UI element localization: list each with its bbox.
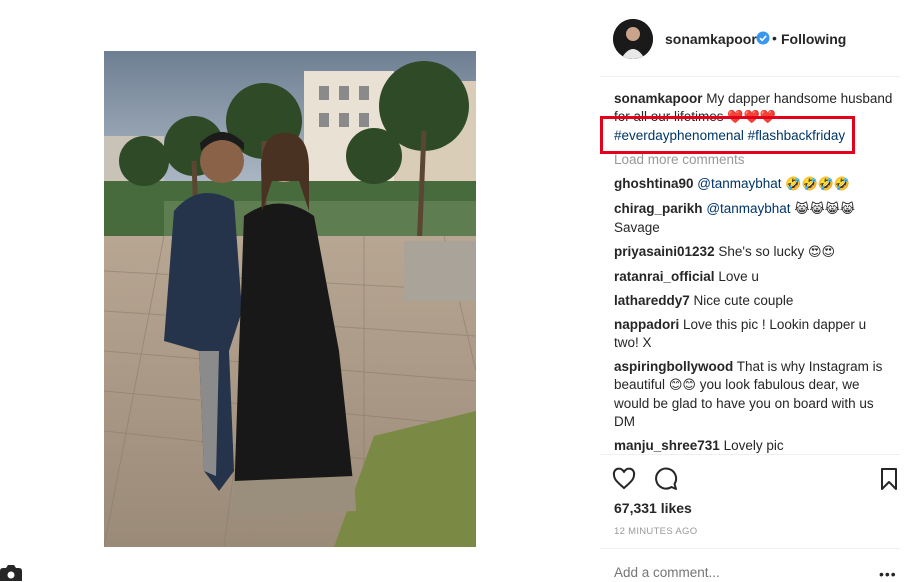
comment-username[interactable]: ratanrai_official [614, 269, 715, 284]
comment-text: She's so lucky [718, 244, 805, 259]
comment-emoji: 😍😍 [807, 245, 836, 260]
separator-dot: • [772, 30, 777, 46]
comment-username[interactable]: chirag_parikh [614, 201, 703, 216]
heart-icon[interactable] [612, 467, 636, 491]
comment-text: Nice cute couple [693, 293, 794, 308]
avatar-image [613, 19, 653, 59]
comment-username[interactable]: nappadori [614, 317, 679, 332]
list-item: ratanrai_official Love u [614, 268, 894, 286]
comment-username[interactable]: ghoshtina90 [614, 176, 694, 191]
more-options-icon[interactable]: ••• [879, 566, 897, 582]
list-item: lathareddy7 Nice cute couple [614, 292, 894, 310]
comment-mention[interactable]: @tanmaybhat [706, 201, 790, 216]
comment-username[interactable]: priyasaini01232 [614, 244, 715, 259]
list-item: nappadori Love this pic ! Lookin dapper … [614, 316, 894, 352]
comment-icon[interactable] [654, 467, 678, 491]
caption-username[interactable]: sonamkapoor [614, 91, 703, 106]
likes-count[interactable]: 67,331 likes [614, 500, 692, 516]
list-item: priyasaini01232 She's so lucky 😍😍 [614, 243, 894, 262]
post-photo[interactable] [104, 51, 476, 547]
comment-text: Savage [614, 220, 660, 235]
comment-text: Love u [718, 269, 759, 284]
bookmark-icon[interactable] [877, 467, 901, 491]
verified-badge-icon [756, 31, 770, 45]
comment-emoji: 😹😹😹😹 [794, 202, 856, 217]
post-sidebar: sonamkapoor • Following sonamkapoor My d… [600, 0, 905, 582]
list-item: manju_shree731 Lovely pic [614, 437, 894, 455]
header-username[interactable]: sonamkapoor [665, 31, 757, 47]
avatar[interactable] [613, 19, 653, 59]
comment-username[interactable]: aspiringbollywood [614, 359, 733, 374]
following-button[interactable]: Following [781, 31, 846, 47]
post-timestamp[interactable]: 12 MINUTES AGO [614, 526, 697, 537]
comment-emoji: 🤣🤣🤣🤣 [785, 177, 851, 192]
list-item: ghoshtina90 @tanmaybhat 🤣🤣🤣🤣 [614, 175, 894, 194]
list-item: chirag_parikh @tanmaybhat 😹😹😹😹 Savage [614, 200, 894, 237]
hashtag-highlight-box [600, 116, 855, 154]
comment-username[interactable]: manju_shree731 [614, 438, 720, 453]
list-item: aspiringbollywood That is why Instagram … [614, 358, 894, 431]
comment-text: Lovely pic [723, 438, 784, 453]
comment-username[interactable]: lathareddy7 [614, 293, 690, 308]
comment-mention[interactable]: @tanmaybhat [697, 176, 781, 191]
camera-icon[interactable] [0, 565, 22, 581]
photo-illustration [104, 51, 476, 547]
comment-emoji: 😊😊 [668, 378, 696, 393]
add-comment-input[interactable] [614, 565, 864, 580]
post-header: sonamkapoor • Following [600, 0, 900, 77]
